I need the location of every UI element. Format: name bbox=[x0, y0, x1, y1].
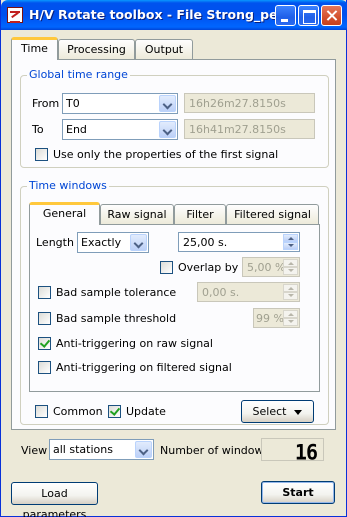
overlap-value: 5,00 % bbox=[247, 261, 286, 274]
close-icon[interactable] bbox=[321, 5, 342, 26]
windows-count-value: 16 bbox=[294, 439, 318, 465]
overlap-checkbox[interactable] bbox=[160, 261, 173, 274]
overlap-stepper bbox=[283, 259, 298, 275]
chevron-down-icon[interactable] bbox=[159, 95, 176, 112]
load-parameters-label: Load parameters bbox=[22, 487, 87, 517]
load-parameters-button[interactable]: Load parameters bbox=[11, 482, 98, 517]
tab-output-label: Output bbox=[144, 43, 184, 56]
to-select-value: End bbox=[66, 123, 87, 136]
tab-filter[interactable]: Filter bbox=[174, 204, 226, 225]
select-button[interactable]: Select bbox=[241, 400, 314, 423]
common-label: Common bbox=[53, 405, 103, 418]
bad-tolerance-label: Bad sample tolerance bbox=[56, 286, 177, 299]
stepper-down-icon[interactable] bbox=[283, 242, 298, 250]
bad-tolerance-field: 0,00 s. bbox=[197, 282, 300, 302]
length-mode-value: Exactly bbox=[81, 236, 122, 249]
title-bar[interactable]: H/V Rotate toolbox - File Strong_peak bbox=[1, 0, 347, 30]
from-label: From bbox=[32, 97, 60, 110]
tab-processing-label: Processing bbox=[67, 43, 126, 56]
tab-processing[interactable]: Processing bbox=[58, 39, 135, 60]
overlap-label: Overlap by bbox=[178, 261, 239, 274]
time-windows-title: Time windows bbox=[27, 179, 109, 192]
anti-filtered-label: Anti-triggering on filtered signal bbox=[56, 361, 232, 374]
tab-raw-signal-label: Raw signal bbox=[107, 208, 167, 221]
stepper-down-icon bbox=[283, 292, 298, 300]
main-window: H/V Rotate toolbox - File Strong_peak Ti… bbox=[0, 0, 347, 517]
from-select[interactable]: T0 bbox=[62, 93, 178, 114]
length-label: Length bbox=[36, 236, 74, 249]
tab-filter-label: Filter bbox=[186, 208, 214, 221]
tab-general-label: General bbox=[42, 207, 87, 220]
length-mode-select[interactable]: Exactly bbox=[77, 232, 149, 253]
bad-threshold-value: 99 % bbox=[256, 312, 284, 325]
length-stepper[interactable] bbox=[283, 234, 298, 250]
from-time-value: 16h26m27.8150s bbox=[189, 97, 286, 110]
chevron-down-icon[interactable] bbox=[135, 441, 152, 458]
bad-tolerance-stepper bbox=[283, 284, 298, 300]
to-time-field: 16h41m27.8150s bbox=[184, 119, 315, 139]
to-select[interactable]: End bbox=[62, 119, 178, 140]
common-checkbox[interactable] bbox=[35, 405, 48, 418]
time-tab-pane: Global time range From T0 16h26m27.8150s… bbox=[11, 59, 336, 430]
anti-raw-label: Anti-triggering on raw signal bbox=[56, 337, 213, 350]
tab-output[interactable]: Output bbox=[135, 39, 193, 60]
tab-raw-signal[interactable]: Raw signal bbox=[100, 204, 174, 225]
to-label: To bbox=[32, 123, 44, 136]
stepper-down-icon bbox=[283, 318, 298, 326]
global-time-range-group: Global time range From T0 16h26m27.8150s… bbox=[20, 68, 329, 168]
global-time-range-title: Global time range bbox=[27, 68, 130, 81]
bad-threshold-label: Bad sample threshold bbox=[56, 312, 177, 325]
view-select-value: all stations bbox=[53, 443, 113, 456]
bad-threshold-checkbox[interactable] bbox=[38, 312, 51, 325]
length-value: 25,00 s. bbox=[183, 236, 228, 249]
start-button-label: Start bbox=[282, 486, 314, 499]
chevron-down-icon[interactable] bbox=[130, 234, 147, 251]
select-button-label: Select bbox=[252, 405, 287, 418]
bad-tolerance-value: 0,00 s. bbox=[202, 286, 240, 299]
first-signal-checkbox[interactable] bbox=[35, 148, 48, 161]
app-icon[interactable] bbox=[7, 7, 23, 23]
chevron-down-icon[interactable] bbox=[159, 121, 176, 138]
stepper-up-icon bbox=[283, 259, 298, 267]
length-field[interactable]: 25,00 s. bbox=[178, 232, 300, 252]
from-select-value: T0 bbox=[66, 97, 80, 110]
minimize-icon[interactable] bbox=[275, 5, 296, 26]
general-tab-pane: Length Exactly 25,00 s. Overlap by 5,00 … bbox=[29, 224, 320, 392]
stepper-up-icon bbox=[283, 310, 298, 318]
bad-tolerance-checkbox[interactable] bbox=[38, 286, 51, 299]
maximize-icon[interactable] bbox=[298, 5, 319, 26]
tab-general[interactable]: General bbox=[29, 202, 100, 225]
view-select[interactable]: all stations bbox=[49, 439, 154, 460]
stepper-up-icon bbox=[283, 284, 298, 292]
bad-threshold-field: 99 % bbox=[253, 308, 300, 328]
tab-filtered-signal-label: Filtered signal bbox=[234, 208, 311, 221]
anti-filtered-checkbox[interactable] bbox=[38, 361, 51, 374]
window-title: H/V Rotate toolbox - File Strong_peak bbox=[29, 7, 295, 22]
dropdown-arrow-icon bbox=[294, 409, 303, 415]
time-windows-group: Time windows General Raw signal Filter F… bbox=[20, 179, 329, 425]
first-signal-label: Use only the properties of the first sig… bbox=[53, 148, 279, 161]
tab-time[interactable]: Time bbox=[11, 37, 58, 60]
to-time-value: 16h41m27.8150s bbox=[189, 123, 286, 136]
stepper-down-icon bbox=[283, 267, 298, 275]
bad-threshold-stepper bbox=[283, 310, 298, 326]
start-button[interactable]: Start bbox=[261, 481, 335, 504]
from-time-field: 16h26m27.8150s bbox=[184, 93, 315, 113]
overlap-field: 5,00 % bbox=[242, 257, 300, 277]
tab-filtered-signal[interactable]: Filtered signal bbox=[226, 204, 319, 225]
view-label: View bbox=[21, 444, 48, 457]
windows-count-display: 16 bbox=[261, 438, 324, 465]
tab-time-label: Time bbox=[21, 42, 48, 55]
anti-raw-checkbox[interactable] bbox=[38, 337, 51, 350]
windows-count-label: Number of windows bbox=[160, 444, 270, 457]
stepper-up-icon[interactable] bbox=[283, 234, 298, 242]
update-label: Update bbox=[126, 405, 166, 418]
update-checkbox[interactable] bbox=[108, 405, 121, 418]
